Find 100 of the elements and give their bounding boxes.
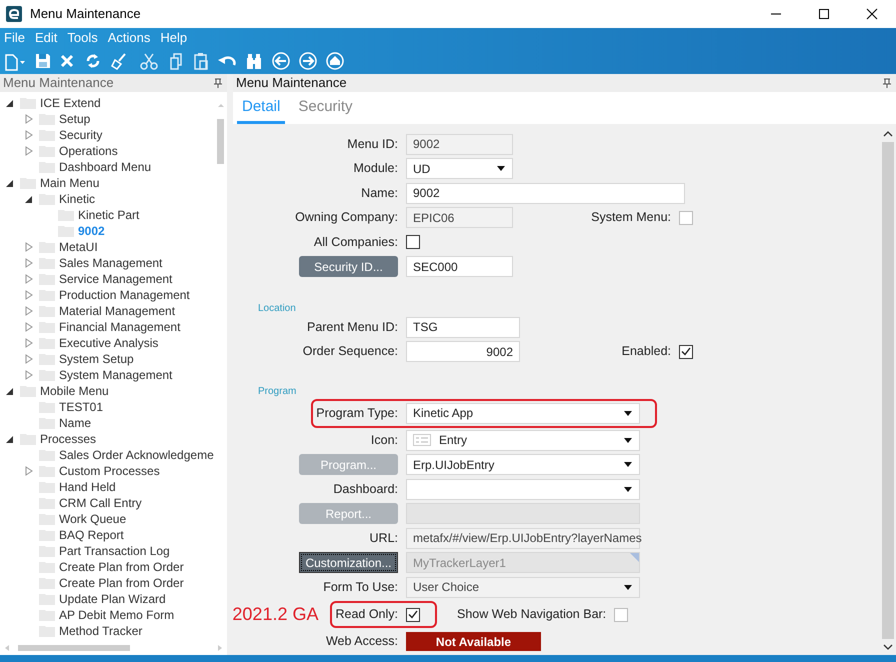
- tree-item[interactable]: CRM Call Entry: [59, 494, 142, 512]
- tree-item[interactable]: Service Management: [59, 270, 172, 288]
- tree-item[interactable]: Name: [59, 414, 92, 432]
- scroll-up-icon[interactable]: [883, 130, 893, 138]
- checkbox[interactable]: [406, 235, 420, 250]
- expand-arrow-icon[interactable]: [23, 113, 35, 125]
- menu-item[interactable]: Help: [160, 28, 188, 48]
- caret-icon[interactable]: [623, 461, 633, 468]
- home-icon[interactable]: [325, 51, 345, 71]
- tree-item[interactable]: 9002: [78, 222, 105, 240]
- tree-item[interactable]: System Setup: [59, 350, 134, 368]
- tree-item[interactable]: Financial Management: [59, 318, 180, 336]
- input-field[interactable]: EPIC06: [406, 207, 513, 228]
- close-icon[interactable]: [866, 8, 878, 20]
- caret-icon[interactable]: [623, 584, 633, 591]
- expand-arrow-icon[interactable]: [23, 145, 35, 157]
- tree-item[interactable]: Mobile Menu: [40, 382, 109, 400]
- input-field[interactable]: 9002: [406, 182, 685, 204]
- caret-icon[interactable]: [623, 410, 633, 416]
- section-title: Program: [257, 384, 298, 398]
- save-icon[interactable]: [34, 51, 52, 71]
- expand-arrow-icon[interactable]: [23, 289, 35, 301]
- pin-icon[interactable]: [882, 78, 892, 88]
- field-label: Owning Company:: [294, 209, 398, 226]
- tree-item[interactable]: TEST01: [59, 398, 104, 416]
- panel-title: Menu Maintenance: [3, 74, 114, 92]
- tree-item[interactable]: Custom Processes: [59, 462, 160, 480]
- tree-item[interactable]: Main Menu: [40, 174, 100, 192]
- maximize-icon[interactable]: [818, 8, 830, 20]
- scroll-down-icon[interactable]: [883, 643, 893, 651]
- dropdown[interactable]: Entry: [406, 430, 640, 451]
- scrollbar-thumb[interactable]: [18, 645, 130, 651]
- expand-arrow-icon[interactable]: [23, 241, 35, 253]
- tree-item[interactable]: Update Plan Wizard: [59, 590, 166, 608]
- tree-item[interactable]: MetaUI: [59, 238, 98, 256]
- expand-arrow-icon[interactable]: [23, 337, 35, 349]
- tree-item[interactable]: Work Queue: [59, 510, 126, 528]
- expand-arrow-icon[interactable]: [23, 465, 35, 477]
- input-field[interactable]: [406, 503, 640, 524]
- form-button[interactable]: Customization...: [299, 552, 398, 574]
- tree-item[interactable]: Sales Management: [59, 254, 162, 272]
- tree-item[interactable]: Operations: [59, 142, 118, 160]
- tree-item[interactable]: Kinetic Part: [78, 206, 140, 224]
- tree-item[interactable]: Security: [59, 126, 102, 144]
- input-field[interactable]: 9002: [406, 341, 520, 362]
- refresh-icon[interactable]: [84, 51, 102, 71]
- dropdown[interactable]: Kinetic App: [406, 402, 640, 424]
- field-label: Parent Menu ID:: [306, 318, 398, 336]
- form-button[interactable]: Security ID...: [299, 256, 398, 278]
- tree-item[interactable]: System Management: [59, 366, 172, 384]
- expand-arrow-icon[interactable]: [23, 305, 35, 317]
- tree-item[interactable]: Kinetic: [59, 190, 96, 208]
- field-label: Web Access:: [324, 633, 398, 650]
- tree-item[interactable]: Production Management: [59, 286, 190, 304]
- dropdown[interactable]: User Choice: [406, 576, 640, 598]
- input-field[interactable]: 9002: [406, 134, 513, 155]
- tree-item[interactable]: Part Transaction Log: [59, 542, 170, 560]
- back-icon[interactable]: [271, 51, 291, 71]
- tree-item[interactable]: Setup: [59, 110, 90, 128]
- scrollbar-thumb[interactable]: [217, 119, 224, 164]
- field-label: Menu ID:: [346, 136, 398, 153]
- field-value: 9002: [486, 344, 513, 361]
- field-value: Entry: [439, 432, 468, 450]
- field-value: SEC000: [413, 258, 458, 276]
- checkbox[interactable]: [406, 608, 420, 622]
- tree-item[interactable]: Create Plan from Order: [59, 574, 184, 592]
- field-value: Kinetic App: [413, 405, 474, 422]
- caret-icon[interactable]: [623, 436, 633, 444]
- expand-arrow-icon[interactable]: [23, 257, 35, 269]
- checkbox[interactable]: [679, 344, 693, 359]
- scrollbar-thumb[interactable]: [882, 142, 894, 639]
- tree-item[interactable]: Material Management: [59, 302, 176, 320]
- expand-arrow-icon[interactable]: [23, 273, 35, 285]
- caret-icon[interactable]: [623, 486, 633, 493]
- pin-icon[interactable]: [213, 78, 223, 88]
- tree-item[interactable]: Processes: [40, 430, 96, 448]
- tree-item[interactable]: Hand Held: [59, 478, 116, 496]
- expand-arrow-icon[interactable]: [23, 321, 35, 333]
- expand-arrow-icon[interactable]: [23, 369, 35, 381]
- caret-icon[interactable]: [496, 165, 506, 172]
- tree-item[interactable]: ICE Extend: [40, 95, 101, 112]
- cut-icon[interactable]: [138, 51, 160, 71]
- tree-item[interactable]: Sales Order Acknowledgeme: [59, 446, 214, 464]
- input-field[interactable]: SEC000: [406, 256, 513, 278]
- tree-item[interactable]: Method Tracker: [59, 622, 142, 640]
- tree-item[interactable]: AP Debit Memo Form: [59, 606, 174, 624]
- dropdown[interactable]: Erp.UIJobEntry: [406, 454, 640, 476]
- input-field[interactable]: TSG: [406, 316, 520, 338]
- input-field[interactable]: metafx/#/view/Erp.UIJobEntry?layerNames: [406, 528, 640, 549]
- tree-item[interactable]: Executive Analysis: [59, 334, 158, 352]
- tree-item[interactable]: BAQ Report: [59, 526, 124, 544]
- tree-item[interactable]: Create Plan from Order: [59, 558, 184, 576]
- expand-arrow-icon[interactable]: [23, 129, 35, 141]
- binoculars-icon[interactable]: [244, 51, 264, 71]
- dropdown[interactable]: UD: [406, 158, 513, 180]
- tree-item[interactable]: Dashboard Menu: [59, 158, 152, 176]
- forward-icon[interactable]: [298, 51, 318, 71]
- expand-arrow-icon[interactable]: [23, 353, 35, 365]
- tab[interactable]: Security: [293, 96, 358, 124]
- paste-icon[interactable]: [192, 51, 210, 71]
